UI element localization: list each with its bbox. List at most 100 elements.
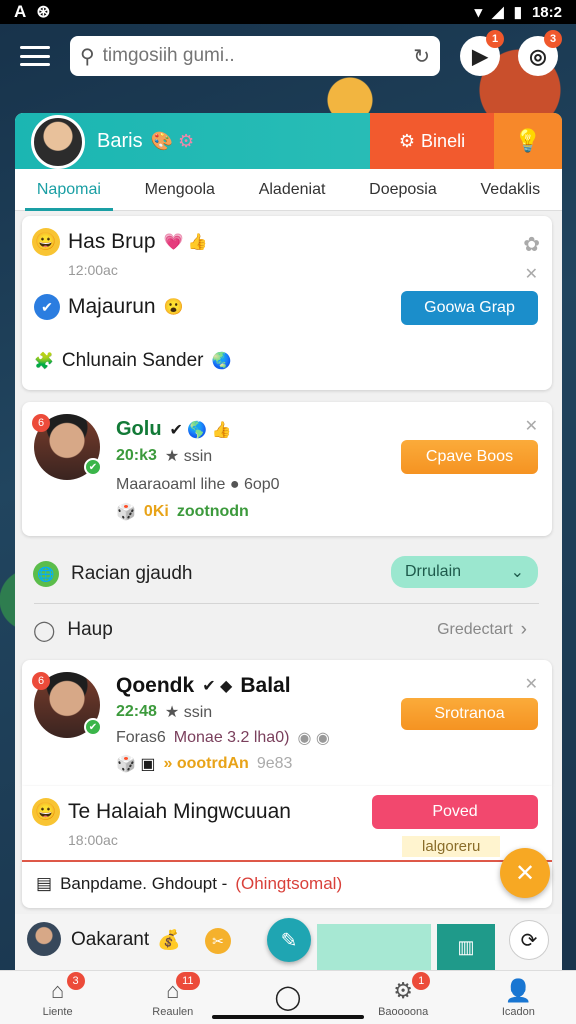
notification-badge: 3 bbox=[544, 30, 562, 48]
nav-badge: 11 bbox=[175, 971, 200, 990]
notice-highlight: (Ohingtsomal) bbox=[235, 874, 343, 893]
user-name-suffix: Balal bbox=[240, 674, 291, 697]
chat-bubble-icon: ◯ bbox=[33, 619, 56, 642]
hamburger-menu-icon[interactable] bbox=[18, 42, 52, 70]
close-icon[interactable]: ✕ bbox=[525, 264, 538, 284]
emoji-icons: ◉ ◉ bbox=[297, 730, 330, 747]
play-icon: ▶ bbox=[472, 45, 488, 68]
header-primary-label: Bineli bbox=[421, 130, 466, 151]
list-item-link[interactable]: Gredectart bbox=[437, 621, 513, 639]
tab-vedaklis[interactable]: Vedaklis bbox=[469, 169, 553, 211]
chevron-down-icon: ⌄ bbox=[510, 564, 524, 581]
status-bar: A ⊛ ▾ ◢ ▮ 18:2 bbox=[0, 0, 576, 24]
group-footer-text: Chlunain Sander bbox=[61, 350, 204, 371]
mini-row-name: Oakarant bbox=[71, 929, 150, 950]
online-indicator-icon: ✔ bbox=[84, 718, 102, 736]
user-tag-text: » oootrdAn bbox=[163, 755, 249, 772]
member-name: Majaurun bbox=[68, 295, 156, 318]
mini-row: Oakarant 💰 ✂ ✎ ▥ ⟳ bbox=[15, 914, 562, 970]
user-detail: Maaraoaml lihe ● 6op0 bbox=[116, 476, 280, 493]
user-badges: ✔ ◆ bbox=[202, 678, 233, 695]
list-item[interactable]: ◯ Haup Gredectart › bbox=[15, 604, 545, 656]
user-action-button[interactable]: Cpave Boos bbox=[401, 440, 538, 474]
user-action-button[interactable]: Srotranoa bbox=[401, 698, 538, 730]
smile-emoji-icon: 😀 bbox=[32, 228, 60, 256]
close-icon[interactable]: ✕ bbox=[525, 416, 538, 436]
nav-item-reaulen[interactable]: ⌂ Reaulen 11 bbox=[128, 971, 218, 1018]
header-primary-button[interactable]: ⚙ Bineli bbox=[370, 113, 494, 169]
tab-aladeniat[interactable]: Aladeniat bbox=[247, 169, 338, 211]
sync-button[interactable]: ⟳ bbox=[509, 920, 549, 960]
user-score: 22:48 bbox=[116, 703, 157, 720]
tag-icon: 🎲 ▣ bbox=[116, 756, 156, 773]
search-input[interactable] bbox=[102, 45, 406, 67]
user-badges: ✔ 🌎 👍 bbox=[169, 421, 232, 439]
document-icon: ▤ bbox=[36, 874, 53, 893]
avatar[interactable] bbox=[31, 115, 85, 169]
list-item-label: Haup bbox=[67, 619, 113, 640]
list-item-label: Racian gjaudh bbox=[71, 563, 193, 584]
nav-item-center[interactable]: ◯ bbox=[243, 983, 333, 1012]
promo-time: 18:00ac bbox=[68, 832, 118, 848]
coin-icon: 💰 bbox=[157, 930, 181, 951]
nav-label: Liente bbox=[42, 1005, 73, 1018]
smile-emoji-icon: 😀 bbox=[32, 798, 60, 826]
tab-napomai[interactable]: Napomai bbox=[24, 169, 113, 211]
group-title: Has Brup bbox=[68, 230, 156, 253]
highlight-block bbox=[317, 924, 431, 970]
user-card: 6 ✔ Golu ✔ 🌎 👍 20:k3 ★ ssin Maaraoaml li… bbox=[22, 402, 552, 536]
home-indicator bbox=[212, 1015, 364, 1019]
promo-button[interactable]: Poved bbox=[372, 795, 538, 829]
user-tag-muted: 9e83 bbox=[256, 755, 293, 772]
user-tag-text: zootnodn bbox=[176, 503, 249, 520]
nav-item-profile[interactable]: 👤 Icadon bbox=[473, 978, 563, 1018]
nav-item-baoooona[interactable]: ⚙ Baoooona 1 bbox=[358, 971, 448, 1018]
nav-label: Icadon bbox=[501, 1005, 535, 1018]
play-button[interactable]: ▶ 1 bbox=[460, 30, 504, 76]
user-tag: 0Ki bbox=[143, 503, 169, 520]
gear-icon: ⚙ bbox=[393, 977, 414, 1003]
notice-card[interactable]: ▤ Banpdame. Ghdoupt - (Ohingtsomal) bbox=[22, 862, 552, 908]
tag-icon: 🎲 bbox=[116, 504, 136, 521]
tab-doeposia[interactable]: Doeposia bbox=[357, 169, 449, 211]
promo-title: Te Halaiah Mingwcuuan bbox=[68, 800, 291, 823]
battery-icon: ▮ bbox=[513, 4, 522, 21]
status-pill-label: Drrulain bbox=[405, 563, 462, 580]
edit-fab-button[interactable]: ✎ bbox=[267, 918, 311, 962]
refresh-icon[interactable]: ↻ bbox=[413, 44, 430, 69]
gear-icon: ⚙ bbox=[398, 130, 416, 151]
avatar[interactable] bbox=[27, 922, 61, 956]
avatar-badge: 6 bbox=[32, 672, 50, 690]
target-icon: ◎ bbox=[529, 45, 547, 68]
member-emoji-icon: 😮 bbox=[163, 299, 184, 316]
tab-bar: Napomai Mengoola Aladeniat Doeposia Veda… bbox=[15, 169, 562, 211]
search-bar[interactable]: ⚲ ↻ bbox=[70, 36, 440, 76]
promo-card: 😀 Te Halaiah Mingwcuuan 18:00ac Poved la… bbox=[22, 786, 552, 862]
promo-link[interactable]: lalgoreru bbox=[402, 836, 501, 857]
avatar-badge: 6 bbox=[32, 414, 50, 432]
profile-icon: 👤 bbox=[504, 977, 533, 1003]
nav-label: Reaulen bbox=[152, 1005, 194, 1018]
app-status-icon: A bbox=[14, 2, 27, 21]
lightbulb-button[interactable]: 💡 bbox=[494, 113, 562, 169]
nav-item-home[interactable]: ⌂ Liente 3 bbox=[13, 971, 103, 1018]
tab-mengoola[interactable]: Mengoola bbox=[133, 169, 227, 211]
globe-icon: 🌐 bbox=[33, 561, 59, 587]
group-time: 12:00ac bbox=[68, 262, 118, 278]
shuffle-icon[interactable]: ✂ bbox=[205, 928, 231, 954]
status-pill-dropdown[interactable]: Drrulain ⌄ bbox=[391, 556, 538, 588]
close-icon[interactable]: ✕ bbox=[525, 674, 538, 694]
nav-badge: 1 bbox=[412, 971, 431, 990]
target-button[interactable]: ◎ 3 bbox=[518, 30, 562, 76]
vpn-icon: ⊛ bbox=[36, 2, 51, 21]
profile-header: Baris 🎨 ⚙ ⚙ Bineli 💡 bbox=[15, 113, 562, 169]
settings-icon[interactable]: ✿ bbox=[523, 232, 540, 257]
globe-icon: 🧩 bbox=[34, 353, 54, 370]
join-group-button[interactable]: Goowa Grap bbox=[401, 291, 538, 325]
user-card: 6 ✔ Qoendk ✔ ◆ Balal 22:48 ★ ssin Foras6… bbox=[22, 660, 552, 786]
user-name: Qoendk bbox=[116, 674, 195, 697]
door-button[interactable]: ▥ bbox=[437, 924, 495, 970]
close-fab-button[interactable]: ✕ bbox=[500, 848, 550, 898]
group-title-badges: 💗 👍 bbox=[163, 234, 208, 251]
user-name: Golu bbox=[116, 418, 162, 440]
